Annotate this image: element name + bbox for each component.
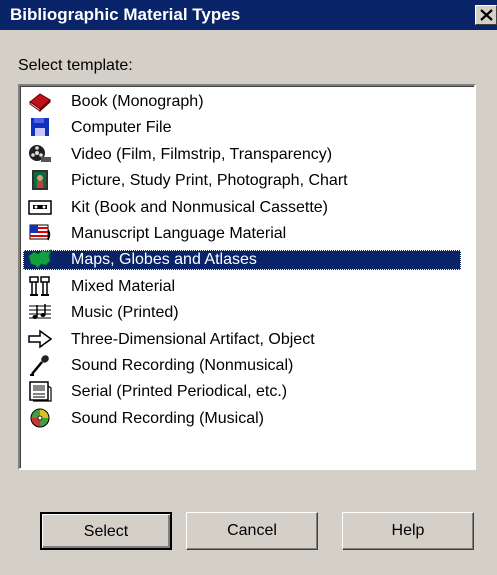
picture-icon [28, 169, 52, 191]
manuscript-flag-icon [28, 222, 52, 244]
template-item[interactable]: Book (Monograph) [23, 89, 471, 114]
book-icon [28, 90, 52, 113]
template-item[interactable]: Music (Printed) [23, 300, 471, 325]
template-item-label: Book (Monograph) [71, 93, 204, 110]
template-item[interactable]: Video (Film, Filmstrip, Transparency) [23, 142, 471, 167]
help-button[interactable]: Help [342, 512, 474, 550]
template-item[interactable]: Sound Recording (Nonmusical) [23, 353, 471, 378]
template-item[interactable]: Computer File [23, 115, 471, 140]
template-item-label: Music (Printed) [71, 304, 179, 322]
template-item[interactable]: Maps, Globes and Atlases [23, 247, 471, 272]
arrow-artifact-icon [28, 328, 53, 350]
template-item-label: Three-Dimensional Artifact, Object [71, 330, 315, 348]
template-item[interactable]: Manuscript Language Material [23, 221, 471, 246]
microphone-icon [28, 354, 52, 376]
periodical-icon [28, 380, 52, 402]
template-item[interactable]: Three-Dimensional Artifact, Object [23, 327, 471, 352]
template-item-label: Sound Recording (Musical) [71, 409, 264, 427]
template-item[interactable]: Serial (Printed Periodical, etc.) [23, 379, 471, 404]
film-reel-icon [28, 143, 52, 165]
template-listbox[interactable]: Book (Monograph) Computer File Video (Film… [18, 84, 476, 470]
cassette-icon [28, 196, 52, 218]
template-item[interactable]: Mixed Material [23, 274, 471, 299]
map-icon [28, 248, 52, 270]
sheet-music-icon [28, 301, 52, 323]
close-button[interactable] [475, 5, 497, 25]
compact-disc-icon [28, 407, 52, 429]
template-item-label: Kit (Book and Nonmusical Cassette) [71, 198, 328, 216]
template-item-label: Manuscript Language Material [71, 225, 287, 242]
template-item-label: Serial (Printed Periodical, etc.) [71, 383, 288, 401]
close-icon [480, 9, 493, 21]
template-item[interactable]: Picture, Study Print, Photograph, Chart [23, 168, 471, 193]
floppy-disk-icon [28, 116, 52, 138]
template-item-label: Computer File [71, 119, 172, 137]
title-bar: Bibliographic Material Types [0, 0, 497, 30]
select-button[interactable]: Select [40, 512, 172, 550]
template-item-label: Sound Recording (Nonmusical) [71, 357, 294, 374]
mixed-material-icon [28, 275, 52, 297]
template-item[interactable]: Sound Recording (Musical) [23, 406, 471, 431]
window-title: Bibliographic Material Types [10, 5, 241, 24]
template-item-label: Maps, Globes and Atlases [23, 250, 461, 271]
template-item[interactable]: Kit (Book and Nonmusical Cassette) [23, 195, 471, 220]
cancel-button[interactable]: Cancel [186, 512, 318, 550]
template-item-label: Mixed Material [71, 277, 176, 295]
template-item-label: Picture, Study Print, Photograph, Chart [71, 172, 348, 190]
template-item-label: Video (Film, Filmstrip, Transparency) [71, 145, 333, 163]
select-template-label: Select template: [18, 57, 133, 74]
